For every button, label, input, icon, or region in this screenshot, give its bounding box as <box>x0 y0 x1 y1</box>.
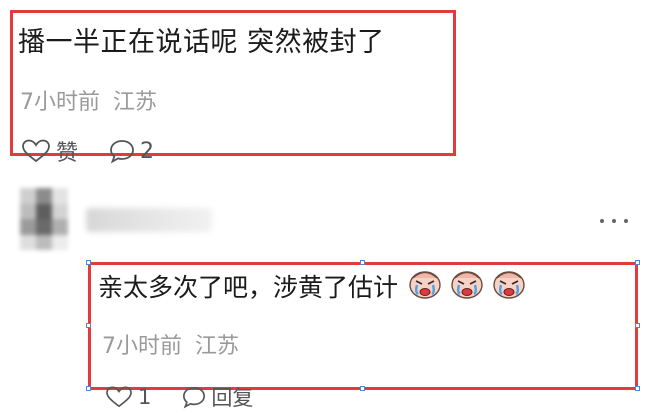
comment-1-actions: 赞 2 <box>20 136 154 166</box>
comment-1-like-label: 赞 <box>56 141 79 166</box>
comment-1-location: 江苏 <box>113 90 158 115</box>
comment-2-actions: 1 回复 <box>104 382 253 412</box>
selection-handle[interactable] <box>635 260 640 265</box>
heart-outline-icon <box>104 385 134 409</box>
selection-handle[interactable] <box>360 386 365 391</box>
avatar[interactable] <box>20 188 68 250</box>
comment-1-text: 播一半正在说话呢 突然被封了 <box>18 27 385 58</box>
speech-bubble-icon <box>108 138 136 164</box>
comment-1-like-button[interactable]: 赞 <box>20 135 78 167</box>
selection-handle[interactable] <box>86 323 91 328</box>
crying-face-emoji <box>490 265 528 307</box>
comment-2-reply-label: 回复 <box>211 386 254 410</box>
selection-handle[interactable] <box>635 386 640 391</box>
comment-1-meta: 7小时前 江苏 <box>20 84 157 116</box>
emoji-group <box>406 265 528 307</box>
selection-handle[interactable] <box>360 260 365 265</box>
selection-handle[interactable] <box>635 323 640 328</box>
crying-face-emoji <box>448 265 486 307</box>
comment-1-reply-button[interactable]: 2 <box>108 138 154 164</box>
comment-1-time: 7小时前 <box>20 90 100 115</box>
comment-2-text-row: 亲太多次了吧，涉黄了估计 <box>98 266 528 306</box>
comment-2-location: 江苏 <box>195 334 240 359</box>
ellipsis-icon[interactable] <box>600 216 628 226</box>
comment-2-time: 7小时前 <box>102 334 182 359</box>
comment-2-meta: 7小时前 江苏 <box>102 328 239 360</box>
comment-2-text: 亲太多次了吧，涉黄了估计 <box>98 273 399 302</box>
comment-1-reply-count: 2 <box>140 138 155 164</box>
speech-bubble-icon <box>181 385 207 409</box>
comment-2-reply-button[interactable]: 回复 <box>181 382 253 412</box>
comment-2-like-count: 1 <box>138 385 152 409</box>
selection-handle[interactable] <box>86 386 91 391</box>
username-blurred[interactable] <box>86 208 212 232</box>
crying-face-emoji <box>406 265 444 307</box>
heart-outline-icon <box>20 138 52 164</box>
selection-handle[interactable] <box>86 260 91 265</box>
comment-2-like-button[interactable]: 1 <box>104 385 151 409</box>
